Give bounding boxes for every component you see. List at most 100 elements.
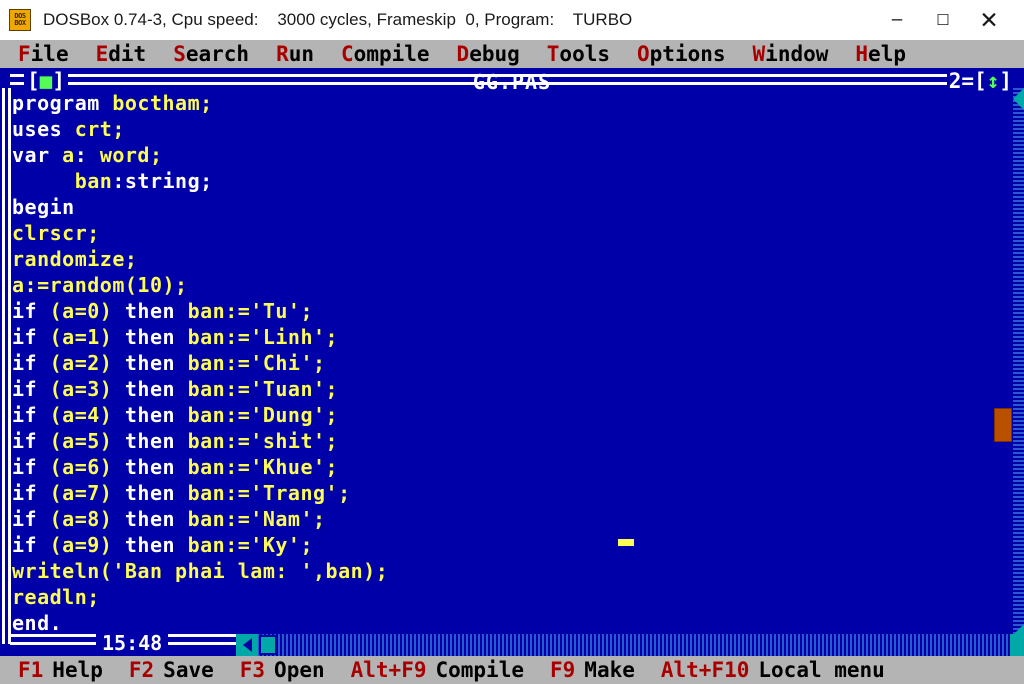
statusbar-label: Open xyxy=(274,658,325,682)
code-identifier: ban:='Tu'; xyxy=(187,299,314,323)
code-identifier: (a=0) xyxy=(49,299,125,323)
statusbar-item-open[interactable]: F3 Open xyxy=(240,658,325,682)
code-line[interactable]: begin xyxy=(12,194,1002,220)
statusbar-key: Alt+F9 xyxy=(350,658,427,682)
code-line[interactable]: clrscr; xyxy=(12,220,1002,246)
code-line[interactable]: if (a=6) then ban:='Khue'; xyxy=(12,454,1002,480)
code-keyword: then xyxy=(124,377,188,401)
code-line[interactable]: if (a=3) then ban:='Tuan'; xyxy=(12,376,1002,402)
clock-label: 15:48 xyxy=(96,631,169,655)
menu-item-label: indow xyxy=(765,42,829,66)
code-line[interactable]: writeln('Ban phai lam: ',ban); xyxy=(12,558,1002,584)
code-keyword: then xyxy=(124,533,188,557)
close-box-square-icon: ■ xyxy=(39,69,53,92)
menu-item-label: ompile xyxy=(353,42,430,66)
window-titlebar[interactable]: DOS BOX DOSBox 0.74-3, Cpu speed: 3000 c… xyxy=(0,0,1024,40)
code-line[interactable]: ban:string; xyxy=(12,168,1002,194)
code-keyword: if xyxy=(12,481,50,505)
code-line[interactable]: var a: word; xyxy=(12,142,1002,168)
code-line[interactable]: readln; xyxy=(12,584,1002,610)
menu-item-search[interactable]: Search xyxy=(173,42,249,66)
menu-item-debug[interactable]: Debug xyxy=(457,42,520,66)
horizontal-scrollbar[interactable] xyxy=(236,634,1024,656)
code-keyword: then xyxy=(124,299,188,323)
text-cursor xyxy=(618,539,634,546)
statusbar-item-make[interactable]: F9 Make xyxy=(550,658,635,682)
statusbar-item-save[interactable]: F2 Save xyxy=(129,658,214,682)
code-keyword: if xyxy=(12,403,50,427)
editor-filename: GG.PAS xyxy=(472,70,552,92)
menu-item-compile[interactable]: Compile xyxy=(341,42,430,66)
statusbar-key: F9 xyxy=(550,658,576,682)
statusbar-item-help[interactable]: F1 Help xyxy=(18,658,103,682)
code-line[interactable]: uses crt; xyxy=(12,116,1002,142)
code-keyword: then xyxy=(124,481,188,505)
code-keyword: :string; xyxy=(112,169,213,193)
code-keyword: if xyxy=(12,533,50,557)
scroll-left-arrow-icon[interactable] xyxy=(236,634,258,656)
menu-item-file[interactable]: File xyxy=(18,42,69,66)
code-line[interactable]: if (a=4) then ban:='Dung'; xyxy=(12,402,1002,428)
menu-hotkey-letter: F xyxy=(18,42,31,66)
scroll-right-arrow-icon[interactable] xyxy=(1010,634,1024,656)
code-line[interactable]: if (a=2) then ban:='Chi'; xyxy=(12,350,1002,376)
menu-item-label: earch xyxy=(185,42,250,66)
menu-item-edit[interactable]: Edit xyxy=(96,42,147,66)
code-line[interactable]: if (a=1) then ban:='Linh'; xyxy=(12,324,1002,350)
menu-item-tools[interactable]: Tools xyxy=(547,42,610,66)
close-box-bracket-left: [ xyxy=(27,69,40,92)
code-keyword: if xyxy=(12,351,50,375)
menu-item-label: elp xyxy=(868,42,906,66)
editor-window-titlebar[interactable]: GG.PAS [■] 2=[↕] xyxy=(0,68,1024,92)
statusbar-item-local-menu[interactable]: Alt+F10 Local menu xyxy=(661,658,885,682)
code-identifier: (a=7) xyxy=(49,481,125,505)
menu-item-options[interactable]: Options xyxy=(637,42,726,66)
code-identifier: clrscr; xyxy=(12,221,100,245)
code-keyword xyxy=(12,169,75,193)
code-line[interactable]: if (a=8) then ban:='Nam'; xyxy=(12,506,1002,532)
code-line[interactable]: program boctham; xyxy=(12,90,1002,116)
zoom-box-bracket-right: ] xyxy=(999,69,1012,92)
resize-arrow-icon: ↕ xyxy=(986,69,1000,92)
menu-item-run[interactable]: Run xyxy=(276,42,314,66)
editor-zoom-box[interactable]: 2=[↕] xyxy=(946,69,1014,92)
code-identifier: ban:='Linh'; xyxy=(187,325,339,349)
code-identifier: ban xyxy=(74,169,113,193)
menu-item-label: dit xyxy=(108,42,147,66)
horizontal-scrollbar-thumb[interactable] xyxy=(259,635,277,655)
code-keyword: then xyxy=(124,455,188,479)
code-keyword: then xyxy=(124,429,188,453)
code-identifier: crt; xyxy=(74,117,125,141)
code-line[interactable]: a:=random(10); xyxy=(12,272,1002,298)
editor-close-box[interactable]: [■] xyxy=(24,69,68,92)
statusbar-label: Local menu xyxy=(758,658,885,682)
code-identifier: word; xyxy=(99,143,163,167)
menu-item-window[interactable]: Window xyxy=(753,42,829,66)
minimize-button[interactable]: – xyxy=(874,0,920,40)
code-text-area[interactable]: program boctham; uses crt; var a: word; ba… xyxy=(12,90,1002,636)
code-line[interactable]: if (a=0) then ban:='Tu'; xyxy=(12,298,1002,324)
close-button[interactable]: ✕ xyxy=(966,0,1012,40)
code-line[interactable]: if (a=9) then ban:='Ky'; xyxy=(12,532,1002,558)
code-line[interactable]: if (a=5) then ban:='shit'; xyxy=(12,428,1002,454)
code-keyword: then xyxy=(124,325,188,349)
code-identifier: (a=6) xyxy=(49,455,125,479)
code-keyword: begin xyxy=(12,195,75,219)
code-keyword: program xyxy=(12,91,113,115)
code-keyword: if xyxy=(12,507,50,531)
menu-item-label: un xyxy=(288,42,315,66)
menu-item-help[interactable]: Help xyxy=(855,42,906,66)
statusbar-label: Help xyxy=(52,658,103,682)
vertical-scrollbar[interactable] xyxy=(1013,88,1024,644)
editor-border-left-outer xyxy=(2,88,5,644)
menu-hotkey-letter: C xyxy=(341,42,354,66)
statusbar-key: F3 xyxy=(239,658,266,682)
vertical-scrollbar-thumb[interactable] xyxy=(994,408,1012,442)
code-line[interactable]: if (a=7) then ban:='Trang'; xyxy=(12,480,1002,506)
code-line[interactable]: randomize; xyxy=(12,246,1002,272)
menu-hotkey-letter: R xyxy=(276,42,289,66)
menu-hotkey-letter: S xyxy=(173,42,186,66)
menu-hotkey-letter: T xyxy=(546,42,560,66)
maximize-button[interactable]: ☐ xyxy=(920,0,966,40)
statusbar-item-compile[interactable]: Alt+F9 Compile xyxy=(351,658,524,682)
